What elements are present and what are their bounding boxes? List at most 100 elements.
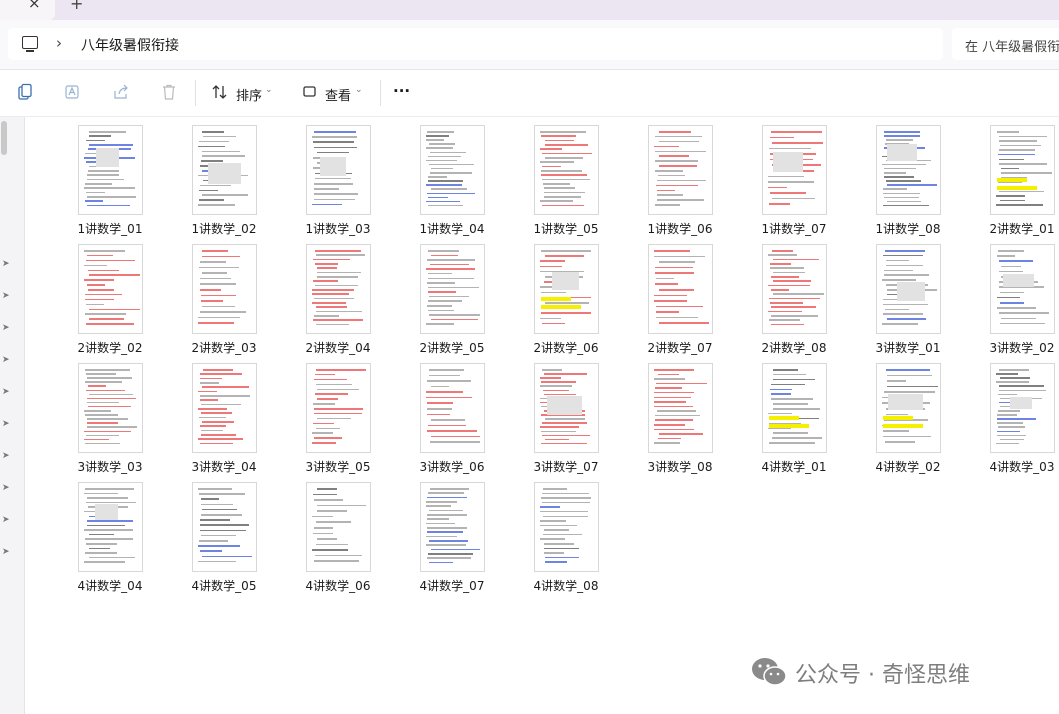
file-item[interactable]: 1讲数学_02 (169, 117, 279, 237)
file-name[interactable]: 4讲数学_01 (739, 458, 849, 475)
file-thumbnail[interactable] (534, 125, 599, 215)
file-item[interactable]: 2讲数学_05 (397, 236, 507, 356)
navigation-pane[interactable]: ➤ ➤ ➤ ➤ ➤ ➤ ➤ ➤ ➤ ➤ (0, 117, 25, 714)
file-thumbnail[interactable] (306, 125, 371, 215)
close-tab-icon[interactable]: × (28, 0, 41, 12)
file-item[interactable]: 1讲数学_03 (283, 117, 393, 237)
file-item[interactable]: 3讲数学_04 (169, 355, 279, 474)
file-item[interactable]: 3讲数学_03 (55, 355, 165, 474)
file-thumbnail[interactable] (876, 363, 941, 453)
file-thumbnail[interactable] (192, 482, 257, 572)
file-name[interactable]: 3讲数学_06 (397, 458, 507, 475)
file-item[interactable]: 1讲数学_04 (397, 117, 507, 237)
breadcrumb-current-folder[interactable]: 八年级暑假衔接 (81, 35, 179, 55)
file-item[interactable]: 3讲数学_07 (511, 355, 621, 474)
file-item[interactable]: 3讲数学_05 (283, 355, 393, 475)
file-thumbnail[interactable] (420, 244, 485, 334)
file-thumbnail[interactable] (990, 363, 1055, 453)
copy-icon[interactable] (16, 83, 34, 101)
view-button-label[interactable]: 查看 (325, 85, 351, 104)
file-thumbnail[interactable] (306, 363, 371, 453)
file-thumbnail[interactable] (762, 363, 827, 453)
file-name[interactable]: 4讲数学_04 (55, 577, 165, 594)
file-name[interactable]: 2讲数学_06 (511, 339, 621, 356)
file-item[interactable]: 2讲数学_06 (511, 236, 621, 356)
file-name[interactable]: 2讲数学_02 (55, 339, 165, 356)
sort-chevron-down-icon[interactable]: ⌄ (265, 85, 273, 95)
file-item[interactable]: 4讲数学_02 (853, 355, 963, 475)
file-name[interactable]: 3讲数学_05 (283, 458, 393, 475)
file-name[interactable]: 3讲数学_02 (967, 339, 1059, 356)
file-thumbnail[interactable] (990, 125, 1055, 215)
file-name[interactable]: 2讲数学_01 (967, 220, 1059, 237)
more-options-button[interactable]: ··· (393, 82, 410, 100)
file-thumbnail[interactable] (648, 125, 713, 215)
file-name[interactable]: 1讲数学_07 (739, 220, 849, 237)
file-item[interactable]: 2讲数学_01 (967, 117, 1059, 237)
file-name[interactable]: 3讲数学_08 (625, 458, 735, 475)
file-item[interactable]: 1讲数学_01 (55, 117, 165, 237)
file-name[interactable]: 4讲数学_07 (397, 577, 507, 594)
file-thumbnail[interactable] (192, 244, 257, 334)
file-item[interactable]: 2讲数学_08 (739, 236, 849, 355)
file-item[interactable]: 4讲数学_08 (511, 474, 621, 594)
view-icon[interactable] (301, 83, 319, 101)
file-item[interactable]: 3讲数学_01 (853, 236, 963, 355)
file-name[interactable]: 4讲数学_06 (283, 577, 393, 594)
file-item[interactable]: 2讲数学_02 (55, 236, 165, 356)
file-name[interactable]: 1讲数学_04 (397, 220, 507, 237)
file-thumbnail[interactable] (306, 244, 371, 334)
file-item[interactable]: 3讲数学_02 (967, 236, 1059, 356)
file-grid[interactable]: 1讲数学_01 1讲数学_02 1讲数学_03 1讲数学_04 1讲数学_05 1讲数学_… (24, 117, 1059, 714)
breadcrumb-chevron-icon[interactable]: › (56, 34, 62, 52)
pin-icon[interactable]: ➤ (2, 419, 10, 429)
pin-icon[interactable]: ➤ (2, 547, 10, 557)
file-name[interactable]: 1讲数学_01 (55, 220, 165, 237)
pin-icon[interactable]: ➤ (2, 291, 10, 301)
file-thumbnail[interactable] (534, 363, 599, 453)
file-item[interactable]: 3讲数学_08 (625, 355, 735, 475)
file-thumbnail[interactable] (78, 244, 143, 334)
file-name[interactable]: 4讲数学_05 (169, 577, 279, 594)
file-thumbnail[interactable] (648, 363, 713, 453)
file-item[interactable]: 2讲数学_07 (625, 236, 735, 356)
file-thumbnail[interactable] (534, 482, 599, 572)
file-thumbnail[interactable] (420, 125, 485, 215)
file-item[interactable]: 3讲数学_06 (397, 355, 507, 475)
file-name[interactable]: 1讲数学_03 (283, 220, 393, 237)
file-name[interactable]: 2讲数学_07 (625, 339, 735, 356)
delete-icon[interactable] (160, 83, 178, 101)
file-thumbnail[interactable] (78, 125, 143, 215)
file-thumbnail[interactable] (990, 244, 1055, 334)
view-chevron-down-icon[interactable]: ⌄ (355, 85, 363, 95)
file-name[interactable]: 1讲数学_02 (169, 220, 279, 237)
file-item[interactable]: 4讲数学_06 (283, 474, 393, 594)
nav-scrollbar-thumb[interactable] (1, 121, 7, 155)
file-item[interactable]: 4讲数学_01 (739, 355, 849, 475)
file-name[interactable]: 4讲数学_02 (853, 458, 963, 475)
search-input[interactable]: 在 八年级暑假衔 (952, 28, 1059, 60)
file-thumbnail[interactable] (534, 244, 599, 334)
file-item[interactable]: 1讲数学_07 (739, 117, 849, 237)
file-name[interactable]: 2讲数学_03 (169, 339, 279, 356)
file-thumbnail[interactable] (192, 125, 257, 215)
tab-current[interactable]: × (0, 0, 55, 20)
file-name[interactable]: 4讲数学_08 (511, 577, 621, 594)
file-name[interactable]: 1讲数学_05 (511, 220, 621, 237)
file-thumbnail[interactable] (648, 244, 713, 334)
sort-button-label[interactable]: 排序 (236, 85, 262, 104)
file-thumbnail[interactable] (420, 363, 485, 453)
pin-icon[interactable]: ➤ (2, 515, 10, 525)
file-name[interactable]: 2讲数学_05 (397, 339, 507, 356)
new-tab-button[interactable]: + (70, 0, 83, 13)
file-item[interactable]: 2讲数学_04 (283, 236, 393, 355)
file-thumbnail[interactable] (876, 125, 941, 215)
address-bar[interactable]: › 八年级暑假衔接 (8, 28, 943, 60)
pin-icon[interactable]: ➤ (2, 387, 10, 397)
file-thumbnail[interactable] (876, 244, 941, 334)
file-item[interactable]: 2讲数学_03 (169, 236, 279, 356)
pin-icon[interactable]: ➤ (2, 451, 10, 461)
file-item[interactable]: 1讲数学_05 (511, 117, 621, 237)
pin-icon[interactable]: ➤ (2, 259, 10, 269)
file-thumbnail[interactable] (762, 125, 827, 215)
